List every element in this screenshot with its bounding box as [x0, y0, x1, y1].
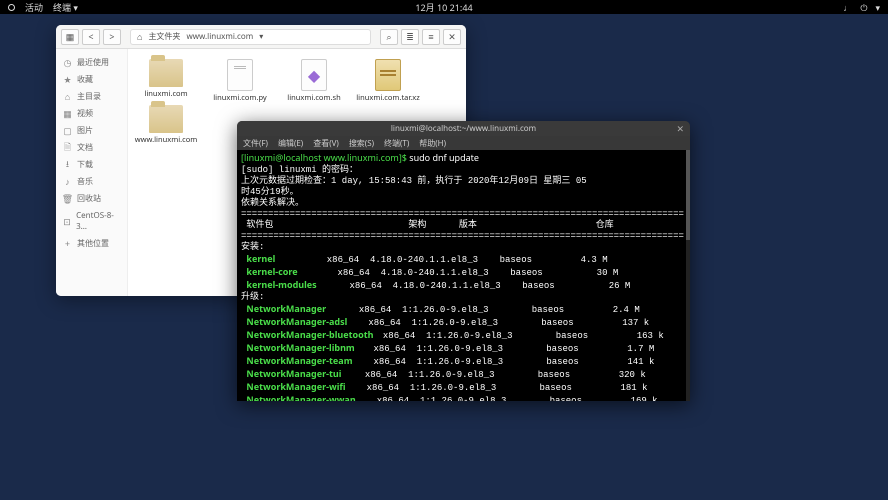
terminal-output[interactable]: [linuxmi@localhost www.linuxmi.com]$ sud… — [237, 150, 690, 401]
sidebar-label: 收藏 — [77, 74, 93, 85]
sidebar-icon: 🗑 — [63, 194, 72, 203]
fm-sidebar: ◷ 最近使用 ★ 收藏 ⌂ 主目录 ▦ 视频 ▢ 图片 🗎 文档 ⭳ 下载 ♪ 音乐 🗑 回收站 ⊡ CentOS-8… — [56, 49, 128, 296]
sidebar-item[interactable]: ◷ 最近使用 — [56, 54, 127, 71]
volume-icon[interactable]: ♩ — [843, 1, 852, 14]
terminal-title: linuxmi@localhost:~/www.linuxmi.com — [391, 123, 536, 134]
sidebar-icon: ♪ — [63, 177, 72, 186]
sidebar-icon: ⭳ — [63, 160, 72, 169]
sidebar-label: 视频 — [77, 108, 93, 119]
clock[interactable]: 12月 10 21:44 — [415, 1, 472, 14]
search-button[interactable]: ⌕ — [380, 29, 398, 45]
sidebar-label: 图片 — [77, 125, 93, 136]
sidebar-item[interactable]: ⊡ CentOS-8-3… — [56, 207, 127, 235]
path-bar[interactable]: ⌂ 主文件夹 www.linuxmi.com ▾ — [130, 29, 371, 45]
sidebar-label: CentOS-8-3… — [76, 210, 120, 232]
terminal-titlebar[interactable]: linuxmi@localhost:~/www.linuxmi.com ✕ — [237, 121, 690, 136]
terminal-menubar: 文件(F) 编辑(E) 查看(V) 搜索(S) 终端(T) 帮助(H) — [237, 136, 690, 150]
sidebar-icon: ★ — [63, 75, 72, 84]
sidebar-icon: ▦ — [63, 109, 72, 118]
sidebar-icon: ▢ — [63, 126, 72, 135]
file-label: linuxmi.com.tar.xz — [356, 93, 420, 103]
sidebar-item[interactable]: ⭳ 下载 — [56, 156, 127, 173]
activities-button[interactable]: 活动 — [25, 1, 43, 14]
terminal-scrollbar[interactable] — [686, 150, 690, 401]
forward-button[interactable]: > — [103, 29, 121, 45]
system-menu-chevron-icon[interactable]: ▾ — [875, 1, 880, 14]
sidebar-item[interactable]: + 其他位置 — [56, 235, 127, 252]
file-item[interactable]: linuxmi.com.tar.xz — [356, 59, 420, 103]
file-item[interactable]: linuxmi.com — [134, 59, 198, 103]
terminal-menu-item[interactable]: 帮助(H) — [419, 138, 446, 149]
gnome-topbar: 活动 终端 ▾ 12月 10 21:44 ♩ ⏻ ▾ — [0, 0, 888, 14]
sidebar-item[interactable]: ♪ 音乐 — [56, 173, 127, 190]
power-icon[interactable]: ⏻ — [860, 1, 867, 14]
view-list-button[interactable]: ≣ — [401, 29, 419, 45]
terminal-menu-item[interactable]: 文件(F) — [243, 138, 268, 149]
sidebar-item[interactable]: ▦ 视频 — [56, 105, 127, 122]
file-icon — [301, 59, 327, 91]
sidebar-icon: 🗎 — [63, 143, 72, 152]
sidebar-label: 主目录 — [77, 91, 101, 102]
new-tab-button[interactable]: ▦ — [61, 29, 79, 45]
terminal-menu-item[interactable]: 搜索(S) — [349, 138, 374, 149]
sidebar-label: 最近使用 — [77, 57, 109, 68]
file-label: linuxmi.com.py — [213, 93, 267, 103]
activities-icon[interactable] — [8, 4, 15, 11]
terminal-window: linuxmi@localhost:~/www.linuxmi.com ✕ 文件… — [237, 121, 690, 401]
home-icon: ⌂ — [137, 30, 142, 43]
sidebar-icon: + — [63, 239, 72, 248]
path-home-label: 主文件夹 — [148, 31, 180, 42]
sidebar-label: 文档 — [77, 142, 93, 153]
file-item[interactable]: linuxmi.com.sh — [282, 59, 346, 103]
folder-icon — [149, 105, 183, 133]
file-item[interactable]: www.linuxmi.com — [134, 105, 198, 145]
path-current-label: www.linuxmi.com — [186, 31, 253, 42]
back-button[interactable]: < — [82, 29, 100, 45]
sidebar-icon: ⊡ — [63, 217, 71, 226]
sidebar-icon: ◷ — [63, 58, 72, 67]
file-label: www.linuxmi.com — [135, 135, 198, 145]
sidebar-label: 音乐 — [77, 176, 93, 187]
sidebar-label: 下载 — [77, 159, 93, 170]
terminal-menu-item[interactable]: 查看(V) — [313, 138, 339, 149]
sidebar-item[interactable]: ▢ 图片 — [56, 122, 127, 139]
fm-headerbar: ▦ < > ⌂ 主文件夹 www.linuxmi.com ▾ ⌕ ≣ ≡ ✕ — [56, 25, 466, 49]
file-item[interactable]: linuxmi.com.py — [208, 59, 272, 103]
file-label: linuxmi.com — [144, 89, 187, 99]
path-chevron-icon: ▾ — [259, 31, 263, 42]
app-menu[interactable]: 终端 ▾ — [53, 1, 78, 14]
terminal-close-icon[interactable]: ✕ — [676, 122, 684, 135]
terminal-menu-item[interactable]: 编辑(E) — [278, 138, 303, 149]
sidebar-item[interactable]: 🗎 文档 — [56, 139, 127, 156]
folder-icon — [149, 59, 183, 87]
terminal-menu-item[interactable]: 终端(T) — [384, 138, 409, 149]
sidebar-item[interactable]: ★ 收藏 — [56, 71, 127, 88]
file-label: linuxmi.com.sh — [287, 93, 340, 103]
hamburger-button[interactable]: ≡ — [422, 29, 440, 45]
sidebar-label: 其他位置 — [77, 238, 109, 249]
close-button[interactable]: ✕ — [443, 29, 461, 45]
sidebar-label: 回收站 — [77, 193, 101, 204]
sidebar-item[interactable]: ⌂ 主目录 — [56, 88, 127, 105]
sidebar-item[interactable]: 🗑 回收站 — [56, 190, 127, 207]
sidebar-icon: ⌂ — [63, 92, 72, 101]
file-icon — [375, 59, 401, 91]
file-icon — [227, 59, 253, 91]
